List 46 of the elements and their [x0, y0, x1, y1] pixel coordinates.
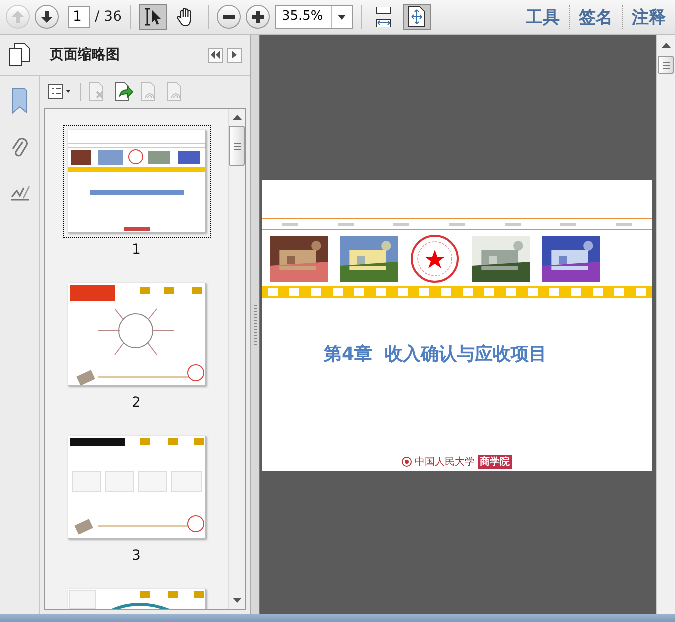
options-menu-button[interactable] [48, 84, 72, 100]
school-badge: 商学院 [478, 455, 512, 469]
slide-title: 第4章 收入确认与应收项目 [323, 343, 548, 366]
select-tool-button[interactable] [138, 4, 167, 30]
page-icon [115, 82, 133, 102]
panel-title: 页面缩略图 [50, 46, 121, 64]
bookmark-icon[interactable] [10, 88, 28, 114]
down-arrow-icon [40, 10, 54, 24]
scroll-down-icon[interactable] [232, 598, 242, 603]
panel-tab[interactable]: 工具 [523, 6, 563, 28]
page-thumbnail[interactable] [68, 283, 206, 386]
stamp-drawing [410, 234, 460, 284]
scroll-up-icon[interactable] [662, 43, 670, 48]
panel-tab[interactable]: 注释 [629, 6, 669, 28]
scrollbar[interactable] [228, 109, 245, 609]
expand-button[interactable] [227, 48, 242, 62]
splitter-handle[interactable] [250, 35, 260, 614]
plus-icon [250, 10, 265, 24]
panel-tab[interactable]: 签名 [576, 6, 616, 28]
up-arrow-icon [11, 10, 25, 24]
list-menu-icon [48, 84, 72, 100]
emblem-icon [402, 457, 412, 467]
zoom-out-button[interactable] [216, 5, 241, 29]
signature-icon[interactable] [8, 184, 30, 204]
page-thumbnail[interactable] [68, 436, 206, 539]
dropdown-icon [338, 14, 346, 20]
scrollbar[interactable] [656, 35, 675, 614]
page-count: / 36 [95, 9, 122, 25]
double-left-arrow-icon [211, 51, 220, 59]
page-number: 1 [132, 242, 141, 258]
scroll-up-icon[interactable] [232, 115, 242, 120]
collapse-button[interactable] [208, 48, 223, 62]
fit-page-icon [408, 6, 426, 28]
page-number: 2 [132, 395, 141, 411]
page-number: 3 [132, 548, 141, 564]
fit-width-icon [374, 6, 394, 28]
insert-page-button[interactable] [115, 82, 133, 102]
fit-page-button[interactable] [402, 4, 431, 30]
pages-icon[interactable] [9, 43, 31, 67]
next-page-button[interactable] [35, 5, 59, 29]
zoom-field[interactable]: 35.5% [274, 5, 353, 29]
page-number-field[interactable]: 1 [68, 6, 90, 28]
university-logo-text: 中国人民大学 [415, 456, 475, 469]
right-arrow-icon [232, 51, 237, 59]
zoom-in-button[interactable] [246, 5, 270, 29]
page-thumbnail[interactable] [68, 130, 206, 233]
